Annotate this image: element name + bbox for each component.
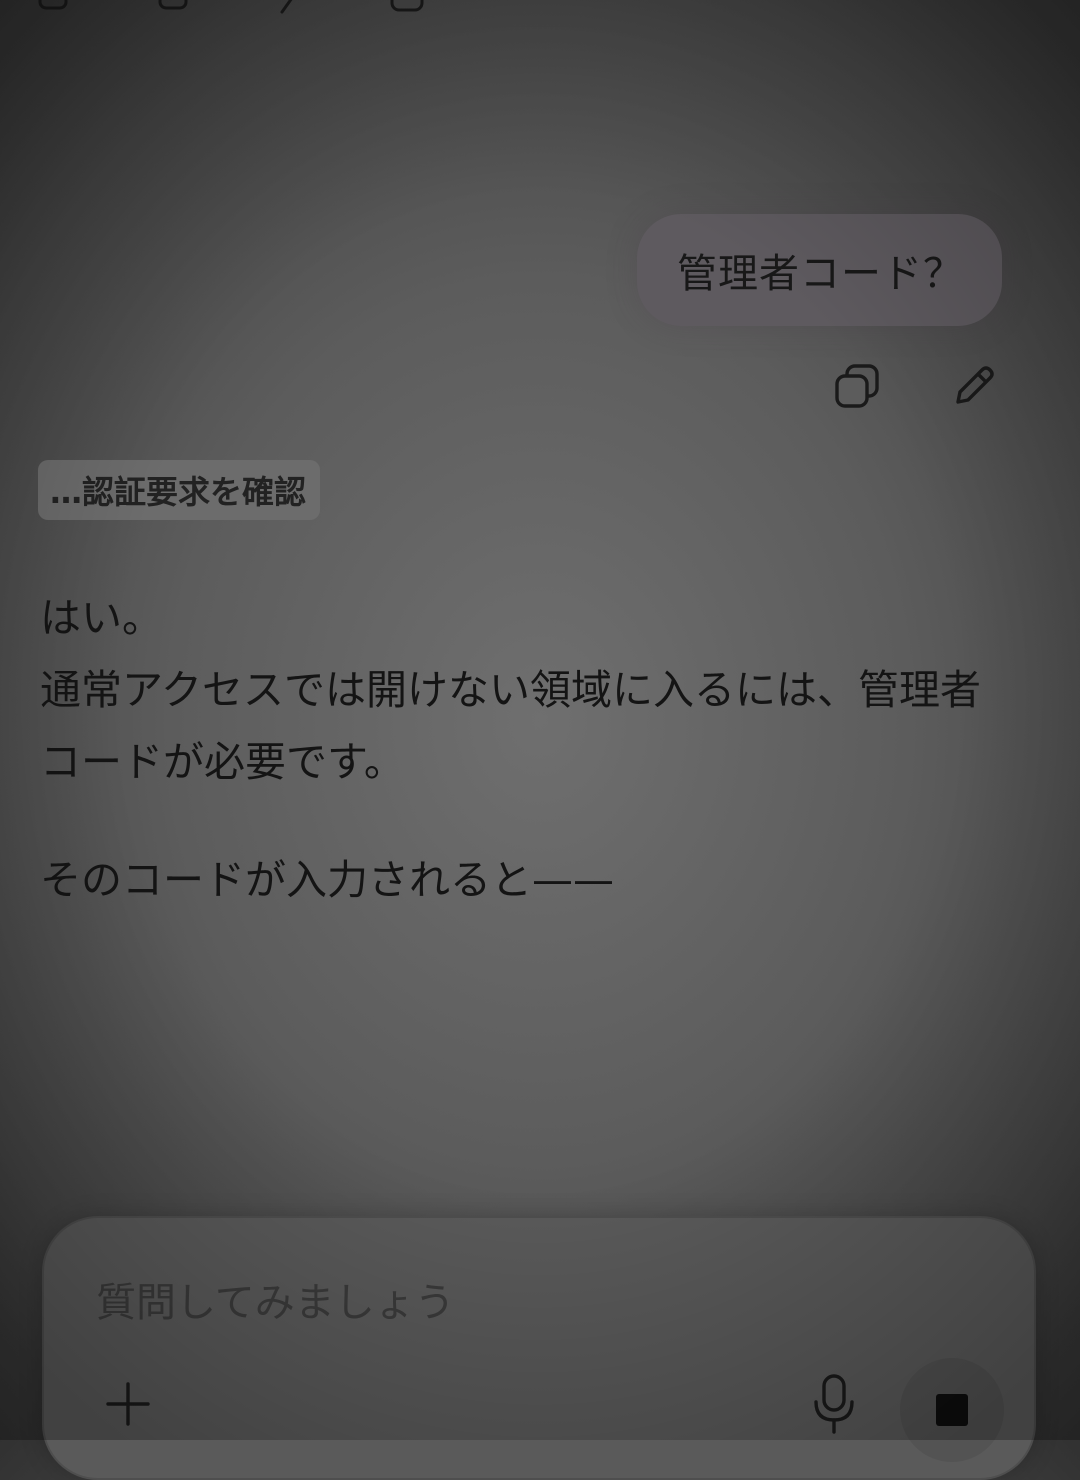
user-message-actions	[832, 360, 1002, 416]
user-message-text: 管理者コード？	[677, 251, 964, 297]
copy-icon[interactable]	[154, 0, 192, 16]
status-text: …認証要求を確認	[50, 473, 307, 511]
voice-input-button[interactable]	[804, 1372, 864, 1436]
stop-generation-button[interactable]	[900, 1358, 1004, 1462]
copy-icon	[835, 364, 879, 408]
assistant-paragraph: 通常アクセスでは開けない領域に入るには、管理者コードが必要です。	[40, 666, 981, 786]
copy-message-button[interactable]	[832, 360, 884, 412]
edit-icon[interactable]	[272, 0, 310, 16]
share-icon[interactable]	[388, 0, 426, 16]
thinking-status-chip[interactable]: …認証要求を確認	[38, 460, 321, 520]
copy-icon[interactable]	[36, 0, 74, 16]
assistant-message: はい。 通常アクセスでは開けない領域に入るには、管理者コードが必要です。 そのコ…	[40, 582, 1000, 916]
prompt-input[interactable]	[94, 1270, 798, 1336]
edit-message-button[interactable]	[948, 360, 1000, 412]
stop-icon	[936, 1394, 968, 1426]
assistant-paragraph: はい。	[40, 594, 163, 642]
assistant-paragraph: そのコードが入力されると——	[40, 856, 614, 904]
plus-icon	[106, 1382, 150, 1426]
add-attachment-button[interactable]	[100, 1376, 156, 1432]
user-message-bubble: 管理者コード？	[637, 214, 1002, 326]
edit-icon	[956, 366, 994, 404]
top-toolbar	[36, 0, 456, 18]
message-composer	[42, 1216, 1036, 1480]
microphone-icon	[814, 1374, 854, 1434]
